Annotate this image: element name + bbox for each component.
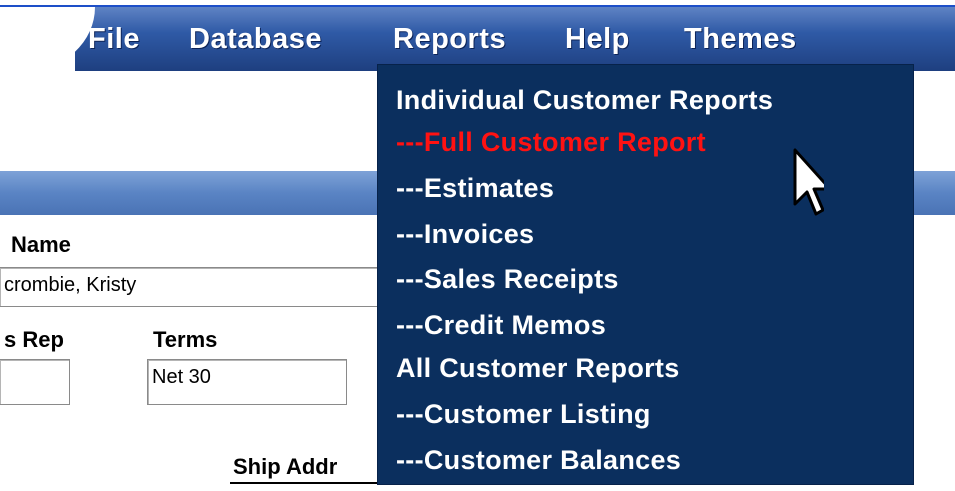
sales-rep-label: s Rep [4, 327, 64, 352]
name-label: Name [11, 232, 71, 257]
menu-database[interactable]: Database [189, 23, 322, 56]
terms-field[interactable]: Net 30 [147, 359, 347, 405]
menu-item-sales-receipts[interactable]: ---Sales Receipts [396, 264, 619, 295]
menu-item-customer-balances[interactable]: ---Customer Balances [396, 445, 681, 476]
menu-item-individual-customer-reports[interactable]: Individual Customer Reports [396, 85, 773, 116]
arrow-cursor-icon [793, 148, 824, 216]
terms-label: Terms [153, 327, 218, 352]
menu-reports[interactable]: Reports [393, 23, 506, 56]
menu-item-customer-listing[interactable]: ---Customer Listing [396, 399, 651, 430]
menu-item-invoices[interactable]: ---Invoices [396, 219, 534, 250]
menubar-tab-fill [0, 7, 75, 71]
menu-help[interactable]: Help [565, 23, 630, 56]
ship-address-label: Ship Addr [233, 454, 338, 479]
name-field[interactable]: crombie, Kristy [0, 267, 400, 307]
menu-themes[interactable]: Themes [684, 23, 797, 56]
menu-item-all-customer-reports[interactable]: All Customer Reports [396, 353, 680, 384]
ship-address-underline [230, 482, 390, 484]
menu-item-full-customer-report[interactable]: ---Full Customer Report [396, 127, 706, 158]
menu-item-credit-memos[interactable]: ---Credit Memos [396, 310, 606, 341]
reports-dropdown-menu: Individual Customer Reports ---Full Cust… [377, 64, 914, 485]
menu-file[interactable]: File [88, 23, 140, 56]
menu-bar: File Database Reports Help Themes [0, 7, 955, 71]
menu-item-estimates[interactable]: ---Estimates [396, 173, 554, 204]
window-top-edge [0, 0, 955, 7]
sales-rep-field[interactable] [0, 359, 70, 405]
